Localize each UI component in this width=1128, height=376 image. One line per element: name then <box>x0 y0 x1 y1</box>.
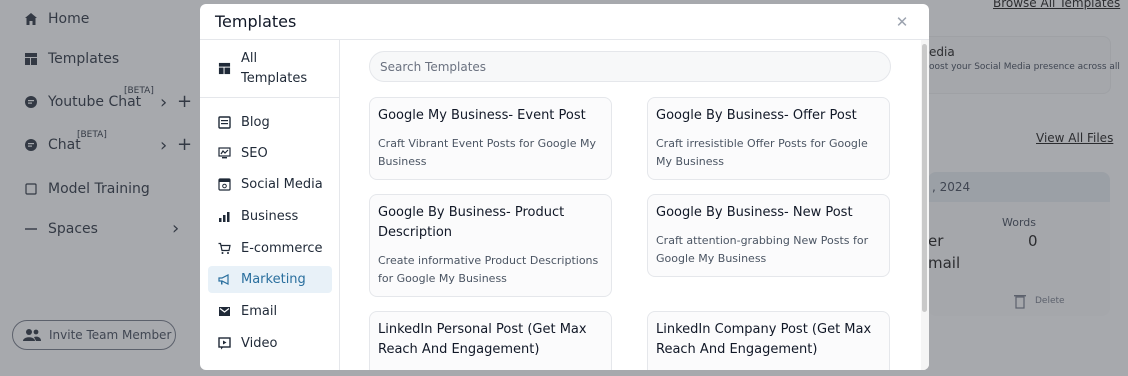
scrollbar[interactable] <box>921 40 929 370</box>
category-label: All Templates <box>241 50 308 86</box>
template-title: LinkedIn Company Post (Get Max Reach And… <box>656 322 872 357</box>
seo-icon <box>218 146 231 158</box>
category-social-media[interactable]: Social Media <box>208 172 332 196</box>
category-label: Email <box>241 303 278 319</box>
category-seo[interactable]: SEO <box>208 141 332 165</box>
template-title: Google My Business- Event Post <box>378 108 586 123</box>
category-label: Social Media <box>241 176 323 192</box>
category-label: SEO <box>241 145 268 161</box>
category-email[interactable]: Email <box>208 299 332 323</box>
template-title: Google By Business- New Post <box>656 205 853 220</box>
social-media-icon <box>218 177 231 191</box>
template-description: Create informative Product Descriptions … <box>378 254 599 285</box>
templates-content: Google My Business- Event Post Craft Vib… <box>341 40 921 370</box>
template-title: Google By Business- Product Description <box>378 205 565 240</box>
category-label: Video <box>241 335 278 351</box>
search-input[interactable] <box>369 51 891 82</box>
cart-icon <box>218 242 231 254</box>
modal-header: Templates ✕ <box>200 4 929 40</box>
category-marketing[interactable]: Marketing <box>208 266 332 293</box>
category-ecommerce[interactable]: E-commerce <box>208 236 332 260</box>
template-card[interactable]: Google By Business- Offer Post Craft irr… <box>647 97 890 180</box>
template-description: Craft attention-grabbing New Posts for G… <box>656 234 869 265</box>
megaphone-icon <box>218 274 229 285</box>
business-icon <box>219 211 230 222</box>
templates-modal: Templates ✕ All Templates Blog SEO Socia… <box>200 4 929 370</box>
category-business[interactable]: Business <box>208 204 332 228</box>
template-title: Google By Business- Offer Post <box>656 108 857 123</box>
video-icon <box>218 336 231 349</box>
template-description: Craft Vibrant Event Posts for Google My … <box>378 137 596 168</box>
close-icon[interactable]: ✕ <box>893 13 911 31</box>
template-description: Craft irresistible Offer Posts for Googl… <box>656 137 868 168</box>
modal-title: Templates <box>215 12 297 31</box>
template-card[interactable]: LinkedIn Personal Post (Get Max Reach An… <box>369 311 612 370</box>
category-label: Business <box>241 208 299 224</box>
templates-icon <box>218 62 231 75</box>
template-card[interactable]: Google By Business- Product Description … <box>369 194 612 297</box>
category-video[interactable]: Video <box>208 331 332 355</box>
category-label: Blog <box>241 114 270 130</box>
scrollbar-thumb[interactable] <box>922 44 927 312</box>
category-blog[interactable]: Blog <box>208 110 332 134</box>
template-card[interactable]: LinkedIn Company Post (Get Max Reach And… <box>647 311 890 370</box>
category-label: Marketing <box>241 272 306 287</box>
template-card[interactable]: Google My Business- Event Post Craft Vib… <box>369 97 612 180</box>
template-card[interactable]: Google By Business- New Post Craft atten… <box>647 194 890 277</box>
category-label: E-commerce <box>241 240 323 256</box>
category-list: All Templates Blog SEO Social Media Busi… <box>200 40 340 370</box>
category-all-templates[interactable]: All Templates <box>200 40 340 98</box>
blog-icon <box>218 115 231 129</box>
email-icon <box>219 306 230 316</box>
template-title: LinkedIn Personal Post (Get Max Reach An… <box>378 322 587 357</box>
